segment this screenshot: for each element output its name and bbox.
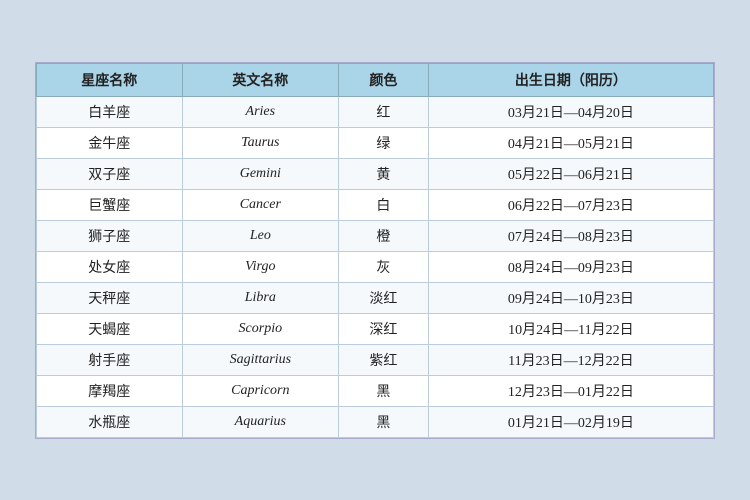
cell-dates: 11月23日—12月22日 [428,344,713,375]
table-row: 狮子座Leo橙07月24日—08月23日 [37,220,714,251]
table-row: 巨蟹座Cancer白06月22日—07月23日 [37,189,714,220]
cell-chinese-name: 双子座 [37,158,183,189]
cell-chinese-name: 天蝎座 [37,313,183,344]
cell-chinese-name: 白羊座 [37,96,183,127]
header-color: 颜色 [339,63,429,96]
cell-chinese-name: 射手座 [37,344,183,375]
cell-english-name: Virgo [182,251,338,282]
cell-dates: 07月24日—08月23日 [428,220,713,251]
cell-dates: 05月22日—06月21日 [428,158,713,189]
cell-english-name: Taurus [182,127,338,158]
cell-english-name: Leo [182,220,338,251]
cell-chinese-name: 摩羯座 [37,375,183,406]
cell-chinese-name: 水瓶座 [37,406,183,437]
cell-color: 紫红 [339,344,429,375]
cell-dates: 10月24日—11月22日 [428,313,713,344]
header-chinese-name: 星座名称 [37,63,183,96]
cell-color: 绿 [339,127,429,158]
zodiac-table-wrapper: 星座名称 英文名称 颜色 出生日期（阳历） 白羊座Aries红03月21日—04… [35,62,715,439]
table-row: 处女座Virgo灰08月24日—09月23日 [37,251,714,282]
cell-dates: 08月24日—09月23日 [428,251,713,282]
cell-color: 深红 [339,313,429,344]
table-row: 水瓶座Aquarius黑01月21日—02月19日 [37,406,714,437]
cell-color: 黑 [339,375,429,406]
cell-chinese-name: 巨蟹座 [37,189,183,220]
table-row: 射手座Sagittarius紫红11月23日—12月22日 [37,344,714,375]
cell-dates: 01月21日—02月19日 [428,406,713,437]
cell-english-name: Aries [182,96,338,127]
cell-chinese-name: 处女座 [37,251,183,282]
cell-english-name: Aquarius [182,406,338,437]
cell-english-name: Gemini [182,158,338,189]
cell-english-name: Libra [182,282,338,313]
cell-color: 淡红 [339,282,429,313]
cell-color: 白 [339,189,429,220]
table-row: 金牛座Taurus绿04月21日—05月21日 [37,127,714,158]
cell-dates: 12月23日—01月22日 [428,375,713,406]
cell-dates: 04月21日—05月21日 [428,127,713,158]
cell-color: 橙 [339,220,429,251]
cell-english-name: Sagittarius [182,344,338,375]
cell-dates: 06月22日—07月23日 [428,189,713,220]
cell-color: 黄 [339,158,429,189]
table-header-row: 星座名称 英文名称 颜色 出生日期（阳历） [37,63,714,96]
cell-dates: 03月21日—04月20日 [428,96,713,127]
table-body: 白羊座Aries红03月21日—04月20日金牛座Taurus绿04月21日—0… [37,96,714,437]
cell-color: 红 [339,96,429,127]
table-row: 双子座Gemini黄05月22日—06月21日 [37,158,714,189]
table-row: 天蝎座Scorpio深红10月24日—11月22日 [37,313,714,344]
cell-color: 黑 [339,406,429,437]
cell-english-name: Scorpio [182,313,338,344]
cell-dates: 09月24日—10月23日 [428,282,713,313]
cell-chinese-name: 金牛座 [37,127,183,158]
header-dates: 出生日期（阳历） [428,63,713,96]
table-row: 摩羯座Capricorn黑12月23日—01月22日 [37,375,714,406]
cell-chinese-name: 狮子座 [37,220,183,251]
cell-english-name: Capricorn [182,375,338,406]
header-english-name: 英文名称 [182,63,338,96]
cell-color: 灰 [339,251,429,282]
table-row: 白羊座Aries红03月21日—04月20日 [37,96,714,127]
table-row: 天秤座Libra淡红09月24日—10月23日 [37,282,714,313]
cell-chinese-name: 天秤座 [37,282,183,313]
zodiac-table: 星座名称 英文名称 颜色 出生日期（阳历） 白羊座Aries红03月21日—04… [36,63,714,438]
cell-english-name: Cancer [182,189,338,220]
